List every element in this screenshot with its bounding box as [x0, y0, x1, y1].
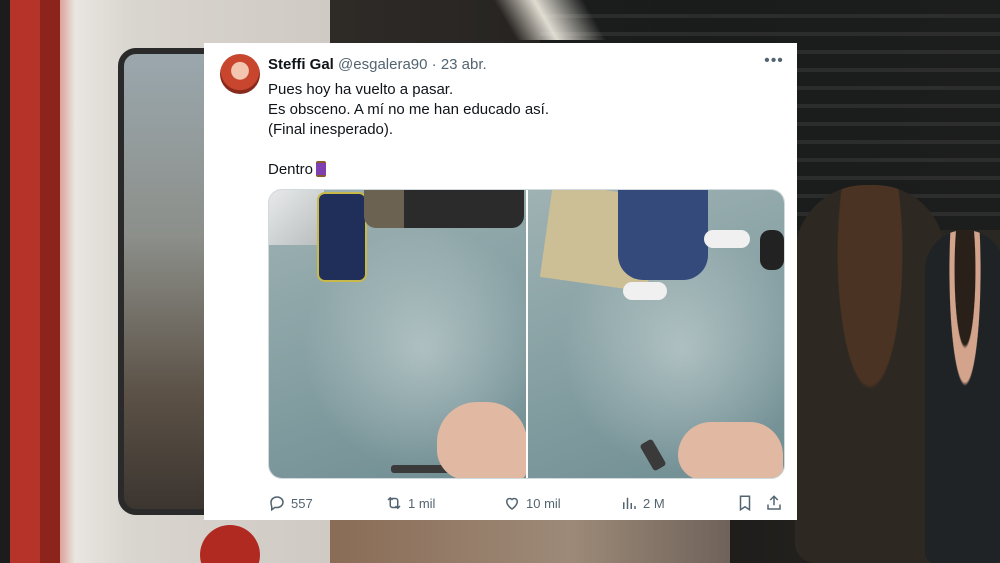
train-seat — [269, 190, 324, 245]
retweet-button[interactable]: 1 mil — [385, 493, 435, 513]
tweet-date[interactable]: 23 abr. — [441, 56, 487, 73]
tweet-line: (Final inesperado). — [268, 121, 394, 138]
spool-of-thread-icon — [316, 161, 327, 177]
separator: · — [431, 56, 437, 73]
like-count: 10 mil — [526, 495, 561, 511]
reply-icon — [270, 496, 284, 512]
tweet-line-last: Dentro — [268, 160, 768, 180]
retweet-count: 1 mil — [408, 495, 436, 511]
heart-icon — [505, 497, 519, 510]
sneaker — [622, 282, 667, 300]
share-button[interactable] — [765, 493, 783, 513]
hand — [437, 402, 526, 478]
reply-count: 557 — [291, 495, 313, 511]
views-button[interactable]: 2 M — [620, 493, 665, 513]
photo-2[interactable] — [527, 190, 784, 478]
train-door-edge — [0, 0, 60, 563]
share-icon — [767, 495, 781, 510]
photo-1[interactable] — [269, 190, 526, 478]
reply-button[interactable]: 557 — [268, 493, 313, 513]
suitcase — [317, 192, 367, 282]
tweet-line: Es obsceno. A mí no me han educado así. — [268, 101, 550, 118]
handle[interactable]: @esgalera90 — [338, 56, 427, 73]
passenger-woman — [795, 185, 945, 563]
retweet-icon — [387, 496, 401, 510]
bookmark-icon — [739, 495, 751, 512]
sneaker — [703, 230, 750, 248]
passenger-man — [925, 230, 1000, 563]
bar-chart-icon — [623, 497, 636, 509]
tweet-line: Pues hoy ha vuelto a pasar. — [268, 81, 454, 98]
tweet-line: Dentro — [268, 161, 314, 178]
action-bar: 557 1 mil 10 mil 2 M — [268, 493, 785, 513]
display-name[interactable]: Steffi Gal — [268, 56, 334, 73]
tweet-header: Steffi Gal @esgalera90 · 23 abr. — [268, 56, 487, 73]
hand — [677, 422, 783, 478]
tweet-text: Pues hoy ha vuelto a pasar. Es obsceno. … — [268, 80, 768, 180]
avatar[interactable] — [220, 54, 260, 94]
more-horizontal-icon[interactable]: ••• — [763, 53, 785, 73]
bookmark-button[interactable] — [736, 493, 754, 513]
views-count: 2 M — [643, 495, 665, 511]
tweet-card[interactable]: Steffi Gal @esgalera90 · 23 abr. ••• Pue… — [204, 43, 797, 520]
platform-floor — [330, 520, 730, 563]
passenger-legs — [364, 190, 524, 228]
like-button[interactable]: 10 mil — [503, 493, 561, 513]
jeans — [617, 190, 708, 280]
media-grid — [268, 189, 785, 479]
black-shoe — [760, 230, 784, 270]
